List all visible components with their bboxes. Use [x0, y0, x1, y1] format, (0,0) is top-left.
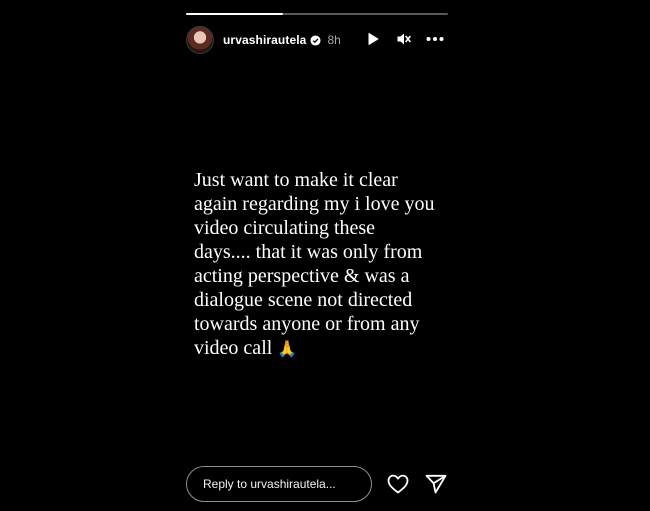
story-text-line: dialogue scene not directed	[194, 289, 413, 311]
avatar[interactable]	[186, 26, 214, 54]
muted-speaker-icon	[397, 33, 411, 45]
story-progress-bar	[186, 13, 448, 15]
story-footer	[186, 465, 452, 503]
story-text-line: video circulating these	[194, 217, 376, 239]
story-text-line: again regarding my i love you	[194, 193, 435, 215]
story-text: Just want to make it clear again regardi…	[194, 168, 454, 361]
play-button[interactable]	[364, 30, 382, 48]
verified-badge-icon	[310, 34, 321, 46]
story-text-line: towards anyone or from any	[194, 313, 420, 335]
story-text-line: video call	[194, 337, 273, 359]
heart-icon	[387, 474, 409, 494]
story-text-line: days.... that it was only from	[194, 241, 423, 263]
story-text-line: Just want to make it clear	[194, 169, 398, 191]
more-options-button[interactable]	[426, 30, 444, 48]
folded-hands-emoji: 🙏	[277, 339, 298, 358]
story-header: urvashirautela 8h	[186, 26, 452, 54]
more-horizontal-icon	[426, 37, 444, 41]
share-button[interactable]	[423, 471, 449, 497]
story-viewer: urvashirautela 8h Just want to make it c…	[177, 0, 459, 511]
send-icon	[425, 474, 447, 494]
play-icon	[368, 33, 379, 45]
story-progress-fill	[186, 13, 283, 15]
reply-input[interactable]	[186, 466, 372, 502]
mute-button[interactable]	[395, 30, 413, 48]
story-text-line: acting perspective & was a	[194, 265, 410, 287]
like-button[interactable]	[385, 471, 411, 497]
username[interactable]: urvashirautela	[223, 33, 306, 47]
story-controls	[364, 30, 444, 48]
story-timestamp: 8h	[327, 33, 341, 47]
